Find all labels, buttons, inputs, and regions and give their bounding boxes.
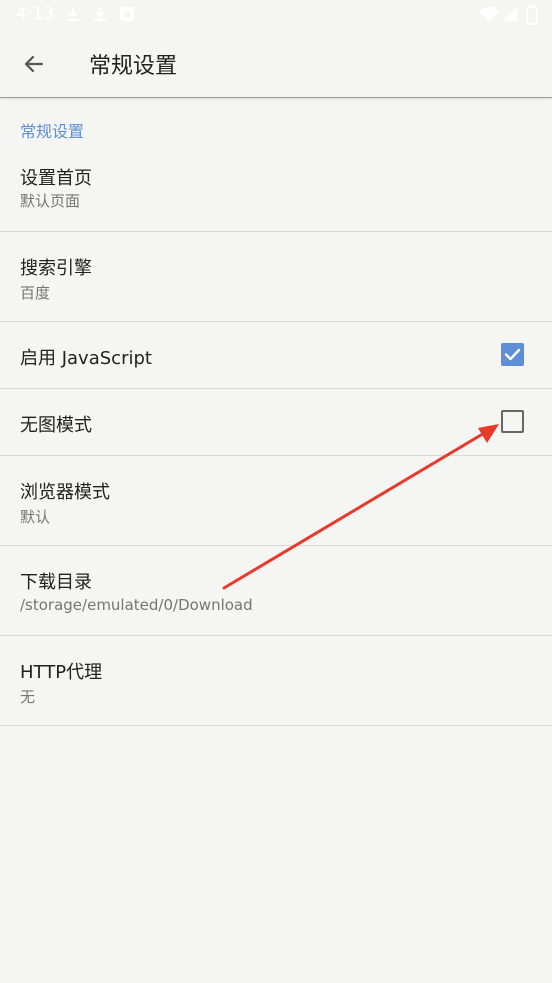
check-icon [504, 348, 521, 361]
pref-http-proxy[interactable]: HTTP代理 无 [0, 636, 552, 726]
pref-title: 无图模式 [20, 415, 92, 436]
pref-summary: 无 [20, 688, 36, 706]
page-title: 常规设置 [89, 54, 178, 79]
download-icon [67, 7, 79, 21]
pref-enable-javascript[interactable]: 启用 JavaScript [0, 322, 552, 389]
back-button[interactable] [12, 42, 56, 86]
no-image-mode-checkbox[interactable] [501, 410, 524, 433]
battery-icon [526, 5, 538, 25]
arrow-left-icon [24, 55, 44, 73]
status-time: 4:13 [16, 4, 55, 24]
section-header: 常规设置 [0, 98, 552, 142]
wifi-icon [479, 6, 499, 22]
pref-summary: /storage/emulated/0/Download [20, 596, 253, 614]
pref-download-directory[interactable]: 下载目录 /storage/emulated/0/Download [0, 546, 552, 636]
section-header-label: 常规设置 [20, 122, 85, 141]
pref-no-image-mode[interactable]: 无图模式 [0, 389, 552, 456]
pref-search-engine[interactable]: 搜索引擎 百度 [0, 232, 552, 322]
pref-title: HTTP代理 [20, 662, 103, 683]
pref-title: 启用 JavaScript [20, 348, 152, 369]
app-notification-icon [120, 7, 134, 21]
pref-summary: 默认页面 [20, 192, 81, 210]
pref-title: 搜索引擎 [20, 258, 92, 279]
signal-icon [503, 7, 517, 21]
pref-summary: 默认 [20, 508, 51, 526]
pref-browser-mode[interactable]: 浏览器模式 默认 [0, 456, 552, 546]
settings-list: 常规设置 设置首页 默认页面 搜索引擎 百度 启用 JavaScript 无图模… [0, 98, 552, 726]
pref-homepage[interactable]: 设置首页 默认页面 [0, 142, 552, 232]
pref-title: 下载目录 [20, 572, 92, 593]
status-bar: 4:13 [0, 0, 552, 30]
javascript-checkbox[interactable] [501, 343, 524, 366]
download-icon [94, 7, 106, 21]
pref-summary: 百度 [20, 284, 51, 302]
app-toolbar: 常规设置 [0, 30, 552, 98]
pref-title: 浏览器模式 [20, 482, 110, 503]
pref-title: 设置首页 [20, 168, 92, 189]
